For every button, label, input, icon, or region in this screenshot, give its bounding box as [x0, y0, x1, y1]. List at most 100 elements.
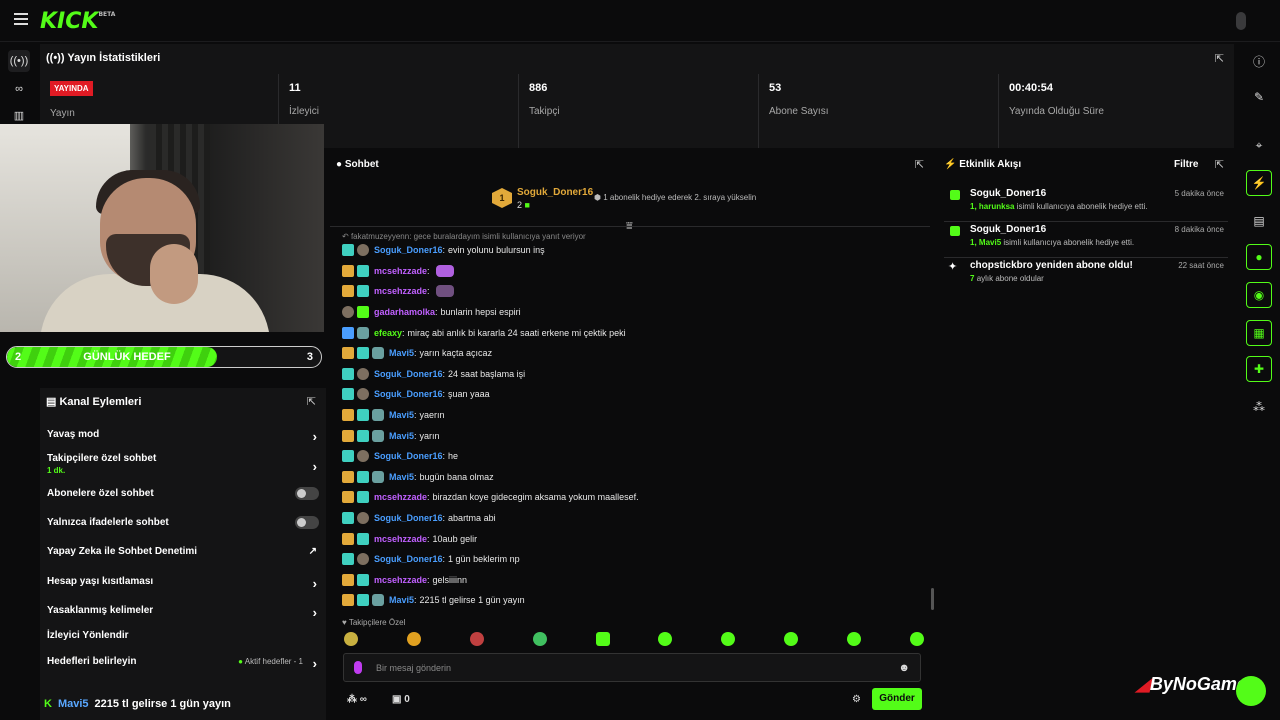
- badge-icon: [357, 512, 369, 525]
- ai-moderation-row[interactable]: Yapay Zeka ile Sohbet Denetimi ↗: [47, 546, 319, 557]
- document-icon[interactable]: ▤: [1246, 208, 1272, 234]
- gift-balance[interactable]: ▣ 0: [392, 694, 410, 705]
- chat-username[interactable]: mcsehzzade: [374, 575, 427, 585]
- emote-icon[interactable]: [469, 632, 484, 646]
- emote-icon[interactable]: [532, 632, 547, 646]
- chat-scrollbar[interactable]: [931, 588, 934, 610]
- emoji-icon[interactable]: ☻: [898, 662, 910, 674]
- link-icon[interactable]: ∞: [8, 78, 30, 100]
- chat-text: gelsiiiinn: [432, 574, 468, 585]
- emote-icon[interactable]: [721, 632, 736, 646]
- layout-icon[interactable]: ▦: [1246, 320, 1272, 346]
- chat-controls: ⁂ ∞ ▣ 0 ⚙ Gönder: [344, 688, 924, 712]
- activity-user[interactable]: chopstickbro yeniden abone oldu!: [970, 260, 1133, 271]
- expand-icon[interactable]: ⇱: [307, 395, 316, 408]
- badge-icon: [357, 450, 369, 463]
- pencil-icon[interactable]: ✎: [1246, 84, 1272, 110]
- badge-icon: [342, 450, 354, 463]
- activity-user[interactable]: Soguk_Doner16: [970, 188, 1046, 199]
- subscribers-only-toggle[interactable]: [295, 487, 319, 500]
- set-goals-row[interactable]: Hedefleri belirleyin ● Aktif hedefler - 1…: [47, 656, 319, 671]
- chat-username[interactable]: Soguk_Doner16: [374, 389, 443, 399]
- emote-icon[interactable]: [344, 632, 358, 646]
- badge-icon: [357, 264, 369, 277]
- top-gifter-name[interactable]: Soguk_Doner16: [517, 187, 593, 198]
- activity-item: ✦ chopstickbro yeniden abone oldu! 22 sa…: [944, 260, 1228, 294]
- chart-icon[interactable]: ▥: [8, 104, 30, 126]
- chat-username[interactable]: Soguk_Doner16: [374, 245, 443, 255]
- chat-message: Soguk_Doner16: he: [342, 446, 922, 467]
- chat-username[interactable]: Mavi5: [389, 431, 414, 441]
- badge-icon: [357, 306, 369, 319]
- gear-icon[interactable]: ⚙: [852, 694, 861, 705]
- community-icon[interactable]: ⁂: [1246, 394, 1272, 420]
- chat-icon[interactable]: ●: [1246, 244, 1272, 270]
- chat-input[interactable]: Bir mesaj gönderin ☻: [343, 653, 921, 682]
- chat-username[interactable]: mcsehzzade: [374, 534, 427, 544]
- gift-icon: [950, 226, 960, 236]
- info-icon[interactable]: ⓘ: [1246, 48, 1272, 74]
- badge-icon: [372, 429, 384, 442]
- banned-words-row[interactable]: Yasaklanmış kelimeler ›: [47, 605, 319, 620]
- stat-value: 00:40:54: [1009, 82, 1054, 94]
- wrench-icon[interactable]: ✚: [1246, 356, 1272, 382]
- kick-logo[interactable]: KICKBETA: [40, 9, 115, 34]
- emote-icon[interactable]: [595, 632, 610, 646]
- broadcast-icon[interactable]: ◉: [1246, 282, 1272, 308]
- activity-user[interactable]: Soguk_Doner16: [970, 224, 1046, 235]
- raid-row[interactable]: İzleyici Yönlendir: [47, 630, 319, 641]
- chat-username[interactable]: Mavi5: [389, 410, 414, 420]
- chat-username[interactable]: mcsehzzade: [374, 286, 427, 296]
- expand-icon[interactable]: ⇱: [1215, 158, 1224, 171]
- emote-icon[interactable]: [406, 632, 421, 646]
- emote-icon[interactable]: [847, 632, 861, 646]
- emote-icon[interactable]: [658, 632, 673, 646]
- expand-icon[interactable]: ⇱: [1215, 52, 1224, 65]
- chat-username[interactable]: Soguk_Doner16: [374, 513, 443, 523]
- kick-icon: K: [44, 698, 52, 710]
- broadcast-icon[interactable]: ((•)): [8, 50, 30, 72]
- account-age-row[interactable]: Hesap yaşı kısıtlaması ›: [47, 576, 319, 591]
- emotes-only-toggle[interactable]: [295, 516, 319, 529]
- goal-target: 3: [306, 351, 313, 363]
- chat-username[interactable]: Mavi5: [389, 595, 414, 605]
- activity-description: 1, harunksa isimli kullanıcıya abonelik …: [970, 202, 1148, 211]
- badge-icon: [372, 409, 384, 422]
- chat-username[interactable]: Soguk_Doner16: [374, 369, 443, 379]
- followers-only-label: ♥ Takipçilere Özel: [342, 618, 406, 627]
- kicks-balance[interactable]: ⁂ ∞: [347, 694, 367, 705]
- chat-title: ● Sohbet: [336, 159, 379, 170]
- microphone-icon[interactable]: [1236, 12, 1246, 30]
- focus-icon[interactable]: ⌖: [1246, 132, 1272, 158]
- lightning-icon[interactable]: ⚡: [1246, 170, 1272, 196]
- chat-username[interactable]: Soguk_Doner16: [374, 451, 443, 461]
- expand-icon[interactable]: ⇱: [915, 158, 924, 171]
- menu-icon[interactable]: [14, 13, 28, 25]
- microphone-icon[interactable]: [354, 661, 362, 674]
- emote-icon[interactable]: [784, 632, 799, 646]
- chat-username[interactable]: efeaxy: [374, 328, 402, 338]
- emote-icon[interactable]: [909, 632, 924, 646]
- badge-icon: [372, 470, 384, 483]
- followers-only-row[interactable]: Takipçilere özel sohbet 1 dk. ›: [47, 453, 319, 475]
- chat-username[interactable]: Soguk_Doner16: [374, 554, 443, 564]
- chat-username[interactable]: mcsehzzade: [374, 266, 427, 276]
- badge-icon: [342, 553, 354, 566]
- filter-button[interactable]: Filtre: [1174, 159, 1198, 170]
- chat-username[interactable]: Mavi5: [389, 472, 414, 482]
- chat-text: yarın kaçta açıcaz: [419, 348, 493, 359]
- chat-text: şuan yaaa: [448, 389, 490, 400]
- chat-username[interactable]: mcsehzzade: [374, 492, 427, 502]
- chevron-right-icon: ›: [312, 459, 317, 474]
- send-button[interactable]: Gönder: [872, 688, 922, 710]
- chat-username[interactable]: gadarhamolka: [374, 307, 435, 317]
- webcam-overlay: [0, 124, 324, 332]
- slow-mode-row[interactable]: Yavaş mod ›: [47, 429, 319, 444]
- chat-text: miraç abi anlık bi kararla 24 saati erke…: [407, 327, 626, 338]
- support-button[interactable]: [1236, 676, 1266, 706]
- chat-message: Soguk_Doner16:24 saat başlama işi: [342, 364, 922, 385]
- chat-username[interactable]: Mavi5: [389, 348, 414, 358]
- badge-icon: [342, 244, 354, 257]
- emote-bar: [344, 632, 924, 646]
- chat-text: birazdan koye gidecegim aksama yokum maa…: [432, 492, 639, 503]
